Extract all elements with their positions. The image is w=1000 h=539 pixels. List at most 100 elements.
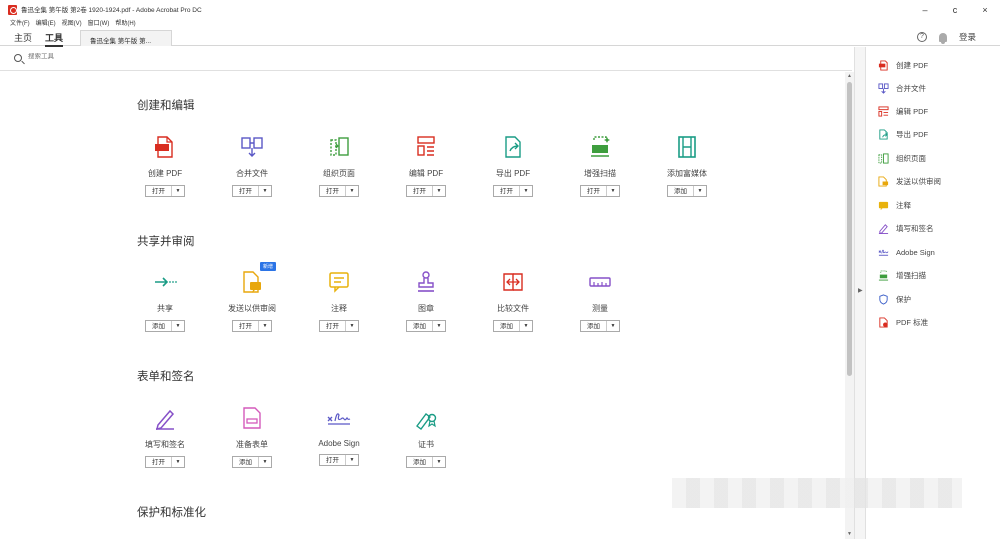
share-icon[interactable] <box>152 269 178 295</box>
dropdown-arrow-icon[interactable]: ▼ <box>346 186 358 196</box>
acrobat-logo-icon <box>8 5 17 15</box>
panel-item-combine-files[interactable]: 合并文件 <box>878 81 926 95</box>
certificates-add-button[interactable]: 添加 ▼ <box>406 456 446 468</box>
tool-label: 组织页面 <box>323 169 355 178</box>
panel-item-comment[interactable]: 注释 <box>878 198 911 212</box>
section-title-forms-signatures: 表单和签名 <box>137 371 195 383</box>
share-add-button[interactable]: 添加 ▼ <box>145 320 185 332</box>
organize-pages-icon[interactable] <box>326 134 352 160</box>
create-pdf-open-button[interactable]: 打开 ▼ <box>145 185 185 197</box>
edit-pdf-icon[interactable] <box>413 134 439 160</box>
dropdown-arrow-icon[interactable]: ▼ <box>433 457 445 467</box>
measure-icon[interactable] <box>587 269 613 295</box>
tool-label: 准备表单 <box>236 440 268 449</box>
send-review-icon <box>878 175 889 187</box>
create-pdf-icon[interactable] <box>152 134 178 160</box>
send-review-open-button[interactable]: 打开 ▼ <box>232 320 272 332</box>
search-tools-input[interactable] <box>28 53 228 60</box>
login-link[interactable]: 登录 <box>959 31 976 43</box>
tool-adobe-sign: Adobe Sign 打开 ▼ <box>299 405 379 466</box>
dropdown-arrow-icon[interactable]: ▼ <box>433 186 445 196</box>
organize-pages-open-button[interactable]: 打开 ▼ <box>319 185 359 197</box>
panel-item-create-pdf[interactable]: 创建 PDF <box>878 58 928 72</box>
button-label: 打开 <box>494 186 520 196</box>
panel-item-adobe-sign[interactable]: Adobe Sign <box>878 245 935 259</box>
menu-edit[interactable]: 编辑(E) <box>36 18 56 27</box>
dropdown-arrow-icon[interactable]: ▼ <box>172 457 184 467</box>
compare-files-icon[interactable] <box>500 269 526 295</box>
panel-item-pdf-standards[interactable]: PDF 标准 <box>878 315 928 329</box>
dropdown-arrow-icon[interactable]: ▼ <box>172 321 184 331</box>
export-pdf-icon[interactable] <box>500 134 526 160</box>
prepare-form-add-button[interactable]: 添加 ▼ <box>232 456 272 468</box>
edit-pdf-open-button[interactable]: 打开 ▼ <box>406 185 446 197</box>
dropdown-arrow-icon[interactable]: ▼ <box>520 321 532 331</box>
right-panel-divider: ▶ <box>854 47 866 539</box>
close-button[interactable]: × <box>978 5 992 15</box>
scroll-thumb[interactable] <box>847 82 852 376</box>
enhance-scan-open-button[interactable]: 打开 ▼ <box>580 185 620 197</box>
tool-label: 编辑 PDF <box>408 169 444 178</box>
certificate-icon[interactable] <box>413 405 439 431</box>
search-icon <box>14 54 22 62</box>
minimize-button[interactable]: – <box>918 5 932 15</box>
comment-icon[interactable] <box>326 269 352 295</box>
menu-window[interactable]: 窗口(W) <box>88 18 110 27</box>
tool-label: 测量 <box>592 304 608 313</box>
dropdown-arrow-icon[interactable]: ▼ <box>607 186 619 196</box>
panel-item-label: 合并文件 <box>896 83 926 93</box>
scan-icon[interactable] <box>587 134 613 160</box>
prepare-form-icon[interactable] <box>239 405 265 431</box>
menu-help[interactable]: 帮助(H) <box>115 18 135 27</box>
tool-label: 发送以供审阅 <box>228 304 276 313</box>
dropdown-arrow-icon[interactable]: ▼ <box>259 457 271 467</box>
panel-item-enhance-scan[interactable]: 增强扫描 <box>878 268 926 282</box>
comment-open-button[interactable]: 打开 ▼ <box>319 320 359 332</box>
fill-sign-icon[interactable] <box>152 405 178 431</box>
export-pdf-open-button[interactable]: 打开 ▼ <box>493 185 533 197</box>
tab-bar: 主页 工具 鲁迅全集 第午版 第... ? 登录 <box>0 30 1000 47</box>
dropdown-arrow-icon[interactable]: ▼ <box>346 321 358 331</box>
fill-sign-open-button[interactable]: 打开 ▼ <box>145 456 185 468</box>
panel-item-edit-pdf[interactable]: 编辑 PDF <box>878 104 928 118</box>
compare-files-add-button[interactable]: 添加 ▼ <box>493 320 533 332</box>
dropdown-arrow-icon[interactable]: ▼ <box>259 321 271 331</box>
dropdown-arrow-icon[interactable]: ▼ <box>172 186 184 196</box>
stamp-add-button[interactable]: 添加 ▼ <box>406 320 446 332</box>
rich-media-icon[interactable] <box>674 134 700 160</box>
adobe-sign-icon[interactable] <box>326 405 352 431</box>
panel-item-export-pdf[interactable]: 导出 PDF <box>878 127 928 141</box>
tool-label: 证书 <box>418 440 434 449</box>
scroll-down-arrow-icon[interactable]: ▼ <box>847 531 852 537</box>
panel-item-label: 发送以供审阅 <box>896 176 941 186</box>
menu-file[interactable]: 文件(F) <box>10 18 30 27</box>
panel-item-organize-pages[interactable]: 组织页面 <box>878 151 926 165</box>
section-title-share-review: 共享并审阅 <box>137 236 195 248</box>
tab-document[interactable]: 鲁迅全集 第午版 第... <box>80 30 172 46</box>
menu-view[interactable]: 视图(V) <box>62 18 82 27</box>
combine-files-open-button[interactable]: 打开 ▼ <box>232 185 272 197</box>
measure-add-button[interactable]: 添加 ▼ <box>580 320 620 332</box>
tab-tools[interactable]: 工具 <box>45 31 64 47</box>
dropdown-arrow-icon[interactable]: ▼ <box>607 321 619 331</box>
dropdown-arrow-icon[interactable]: ▼ <box>520 186 532 196</box>
collapse-panel-arrow-icon[interactable]: ▶ <box>858 287 863 294</box>
scroll-up-arrow-icon[interactable]: ▲ <box>847 73 852 79</box>
tab-home[interactable]: 主页 <box>14 31 32 44</box>
send-review-icon[interactable] <box>239 269 265 295</box>
panel-item-protect[interactable]: 保护 <box>878 292 911 306</box>
dropdown-arrow-icon[interactable]: ▼ <box>346 455 358 465</box>
notification-bell-icon[interactable] <box>938 32 947 44</box>
combine-files-icon[interactable] <box>239 134 265 160</box>
stamp-icon[interactable] <box>413 269 439 295</box>
rich-media-add-button[interactable]: 添加 ▼ <box>667 185 707 197</box>
dropdown-arrow-icon[interactable]: ▼ <box>694 186 706 196</box>
restore-button[interactable]: c <box>948 5 962 15</box>
dropdown-arrow-icon[interactable]: ▼ <box>259 186 271 196</box>
panel-item-send-review[interactable]: 发送以供审阅 <box>878 174 941 188</box>
dropdown-arrow-icon[interactable]: ▼ <box>433 321 445 331</box>
scrollbar[interactable]: ▲ ▼ <box>845 72 854 539</box>
adobe-sign-open-button[interactable]: 打开 ▼ <box>319 454 359 466</box>
panel-item-fill-sign[interactable]: 填写和签名 <box>878 221 934 235</box>
help-icon[interactable]: ? <box>916 32 927 42</box>
